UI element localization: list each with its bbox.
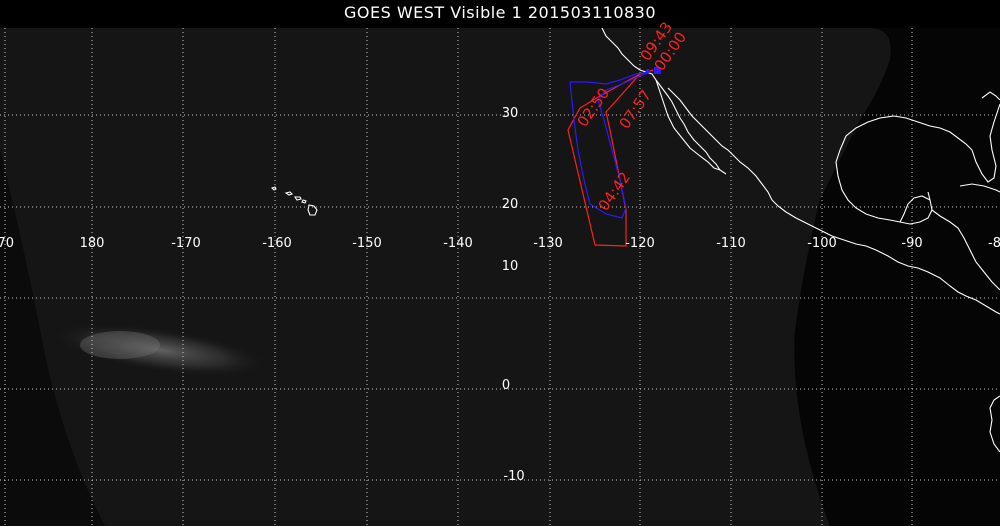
longitude-label: -160	[262, 236, 292, 251]
longitude-label: -110	[716, 236, 746, 251]
longitude-label: -120	[625, 236, 655, 251]
longitude-label: -170	[171, 236, 201, 251]
cloud-band-core	[80, 331, 160, 359]
longitude-label: -130	[533, 236, 563, 251]
latitude-label: 10	[502, 259, 519, 274]
map-title: GOES WEST Visible 1 201503110830	[343, 3, 657, 22]
longitude-label: -8	[988, 236, 1000, 251]
longitude-label: -90	[901, 236, 922, 251]
longitude-label: 180	[80, 236, 105, 251]
longitude-label: 70	[0, 236, 14, 251]
latitude-label: 20	[502, 197, 519, 212]
marker-station-point	[646, 69, 650, 73]
latitude-label: -10	[503, 469, 524, 484]
longitude-label: -100	[807, 236, 837, 251]
earth-disk	[0, 28, 891, 526]
map-canvas: 70 180 -170 -160 -150 -140 -130 -120 -110 -100 -90…	[0, 19, 1000, 526]
satellite-map: 70 180 -170 -160 -150 -140 -130 -120 -110 -100 -90…	[0, 0, 1000, 526]
longitude-label: -150	[352, 236, 382, 251]
longitude-label: -140	[443, 236, 473, 251]
latitude-label: 0	[502, 378, 510, 393]
latitude-label: 30	[502, 106, 519, 121]
